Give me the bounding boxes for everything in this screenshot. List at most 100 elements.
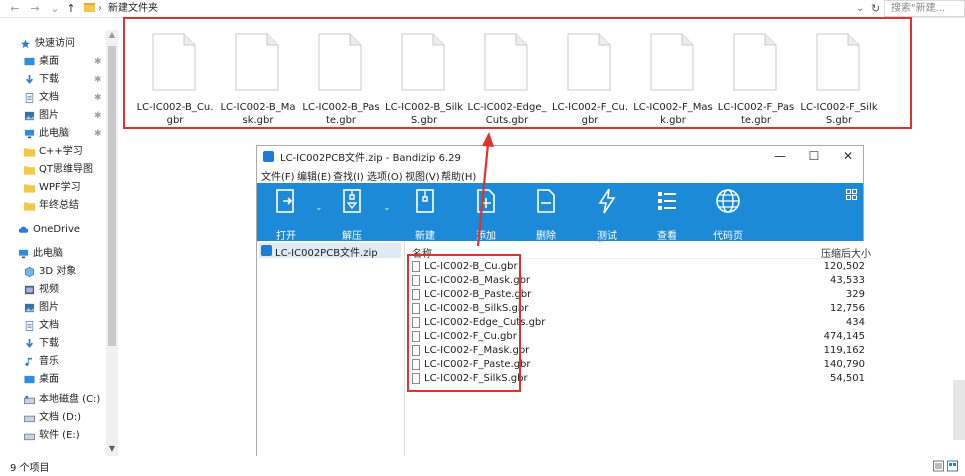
folder-icon [24,184,35,193]
navigation-pane: 快速访问 桌面 下载 文档 图片 此电脑 C++学习 QT思维导图 WPF学习 … [0,30,118,456]
computer-icon [24,129,35,139]
file-tile[interactable]: LC-IC002-B_SilkS.gbr [384,33,463,126]
minimize-button[interactable]: — [765,147,795,165]
item-count: 9 个项目 [10,463,50,474]
file-tiles-highlight: LC-IC002-B_Cu.gbr LC-IC002-B_Mask.gbr LC… [123,17,912,129]
maximize-button[interactable]: ☐ [799,147,829,165]
scroll-down-icon[interactable]: ▼ [106,444,118,456]
folder-icon [24,202,35,211]
file-name: LC-IC002-F_Cu.gbr [551,102,629,126]
new-archive-icon [416,189,434,213]
layout-grid-icon[interactable] [846,189,857,200]
status-bar: 9 个项目 [0,456,965,476]
test-icon [598,188,616,214]
toolbar: 打开 ⌄ 解压 ⌄ 新建 添加 删除 测试 查看 代码页 [257,183,863,242]
download-icon [25,75,34,84]
nav-scrollbar[interactable]: ▲ ▼ [106,30,118,456]
drive-icon [24,395,35,405]
view-icon [658,192,676,210]
window-title: LC-IC002PCB文件.zip - Bandizip 6.29 [280,153,461,164]
column-compressed-size[interactable]: 压缩后大小 [821,245,871,260]
pin-icon[interactable]: ✱ [94,53,102,71]
file-icon [401,33,445,91]
file-icon [152,33,196,91]
scroll-up-icon[interactable]: ▲ [106,30,118,42]
file-tile[interactable]: LC-IC002-B_Paste.gbr [301,33,380,126]
cloud-icon [18,226,29,233]
back-icon[interactable]: ← [8,1,22,16]
download-icon [25,339,34,348]
desktop-icon [24,57,35,66]
pin-icon[interactable]: ✱ [94,107,102,125]
address-bar: ← → ⌄ ↑ › 新建文件夹 ⌄ ↻ 搜索"新建... [0,0,965,18]
file-tile[interactable]: LC-IC002-F_SilkS.gbr [799,33,878,126]
address-dropdown-icon[interactable]: ⌄ [856,1,864,16]
file-name: LC-IC002-B_Mask.gbr [220,102,296,126]
search-placeholder: 搜索"新建... [891,3,946,14]
open-button[interactable]: 打开 [261,187,311,242]
tree-item-archive[interactable]: LC-IC002PCB文件.zip [259,243,401,259]
up-icon[interactable]: ↑ [64,1,78,16]
recent-dropdown-icon[interactable]: ⌄ [48,1,62,16]
bandizip-window: LC-IC002PCB文件.zip - Bandizip 6.29 — ☐ ✕ … [256,145,871,476]
file-tile[interactable]: LC-IC002-F_Mask.gbr [633,33,713,126]
menu-edit[interactable]: 编辑(E) [297,168,331,183]
open-dropdown-icon[interactable]: ⌄ [315,203,323,213]
music-icon [25,357,32,366]
file-tile[interactable]: LC-IC002-F_Cu.gbr [550,33,628,126]
star-icon [20,39,31,49]
pin-icon[interactable]: ✱ [94,71,102,89]
sort-up-icon: ⌃ [597,239,604,248]
folder-icon [84,3,95,12]
zip-icon [261,245,272,256]
menu-view[interactable]: 视图(V) [405,168,440,183]
document-icon [25,321,34,331]
forward-icon[interactable]: → [28,1,42,16]
video-icon [24,285,35,295]
file-tile[interactable]: LC-IC002-B_Mask.gbr [218,33,296,126]
file-tile[interactable]: LC-IC002-B_Cu.gbr [135,33,213,126]
file-name: LC-IC002-F_Paste.gbr [717,102,795,126]
archive-tree: LC-IC002PCB文件.zip [257,241,405,476]
codepage-button[interactable]: 代码页 [703,187,753,242]
file-icon [650,33,694,91]
file-icon [733,33,777,91]
picture-icon [24,303,35,313]
pin-icon[interactable]: ✱ [94,89,102,107]
open-icon [276,189,294,213]
view-button[interactable]: 查看 [642,187,692,242]
file-tile[interactable]: LC-IC002-Edge_Cuts.gbr [467,33,546,126]
file-icon [318,33,362,91]
menu-find[interactable]: 查找(I) [333,168,364,183]
right-scrollbar[interactable] [953,380,965,440]
picture-icon [24,111,35,121]
menu-file[interactable]: 文件(F) [261,168,295,183]
drive-icon [24,415,35,423]
cube-icon [24,267,35,277]
file-name: LC-IC002-Edge_Cuts.gbr [467,102,547,126]
delete-icon [537,189,555,213]
breadcrumb-chevron-icon[interactable]: › [98,1,102,16]
close-button[interactable]: ✕ [833,147,863,165]
file-name: LC-IC002-B_SilkS.gbr [385,102,463,126]
file-icon [816,33,860,91]
view-mode-icons[interactable] [933,460,959,472]
arrow-annotation [476,132,494,247]
breadcrumb[interactable]: 新建文件夹 [108,1,158,16]
search-input[interactable]: 搜索"新建... [884,0,965,17]
file-tile[interactable]: LC-IC002-F_Paste.gbr [716,33,794,126]
refresh-icon[interactable]: ↻ [871,1,880,16]
file-name: LC-IC002-B_Cu.gbr [136,102,214,126]
title-bar: LC-IC002PCB文件.zip - Bandizip 6.29 — ☐ ✕ [257,146,863,166]
drive-icon [24,433,35,441]
menu-bar: 文件(F) 编辑(E) 查找(I) 选项(O) 视图(V) 帮助(H) [257,166,863,183]
pin-icon[interactable]: ✱ [94,125,102,143]
menu-options[interactable]: 选项(O) [367,168,403,183]
extract-button[interactable]: 解压 [327,187,377,242]
delete-button[interactable]: 删除 [521,187,571,242]
new-archive-button[interactable]: 新建 [400,187,450,242]
file-name: LC-IC002-F_Mask.gbr [633,102,713,126]
scroll-thumb[interactable] [108,46,116,346]
extract-dropdown-icon[interactable]: ⌄ [383,203,391,213]
test-button[interactable]: 测试 [582,187,632,242]
